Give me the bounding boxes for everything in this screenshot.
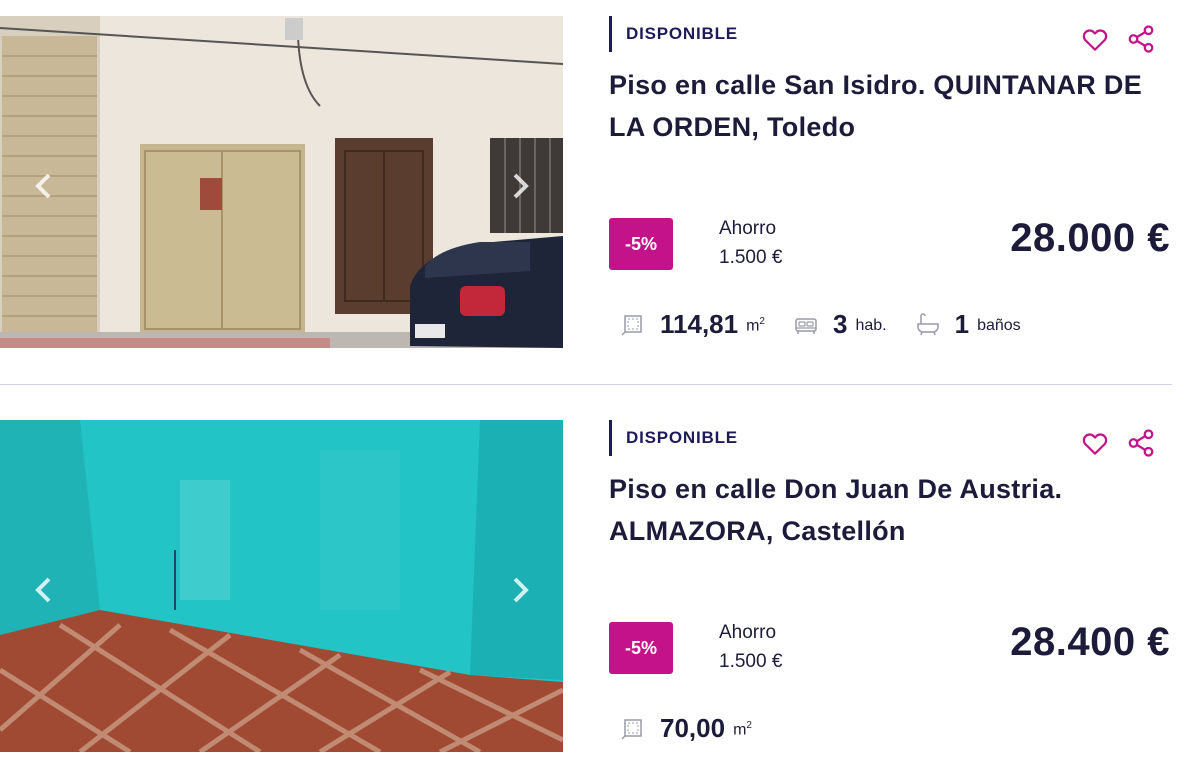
saving-label: Ahorro	[719, 218, 777, 239]
next-photo-button[interactable]	[506, 166, 536, 206]
share-button[interactable]	[1126, 428, 1156, 458]
chevron-right-icon	[513, 577, 529, 603]
saving-value: 1.500 €	[719, 651, 783, 672]
heart-icon	[1082, 29, 1108, 51]
chevron-left-icon	[35, 577, 51, 603]
listing-title[interactable]: Piso en calle San Isidro. QUINTANAR DE L…	[609, 64, 1179, 148]
next-photo-button[interactable]	[506, 570, 536, 610]
saving-value: 1.500 €	[719, 247, 783, 268]
area-value: 70,00	[660, 712, 726, 743]
previous-photo-button[interactable]	[28, 166, 58, 206]
area-feature: 114,81 m2	[620, 309, 765, 340]
area-unit: m2	[733, 720, 752, 739]
bathrooms-unit: baños	[977, 317, 1021, 334]
saving-label: Ahorro	[719, 622, 777, 643]
area-value: 114,81	[660, 308, 739, 339]
area-icon	[621, 315, 642, 336]
status-badge: DISPONIBLE	[609, 420, 738, 456]
share-button[interactable]	[1126, 24, 1156, 54]
price: 28.000 €	[1010, 216, 1170, 260]
features-row: 114,81 m2 3 hab. 1 baños	[620, 304, 1049, 344]
heart-icon	[1082, 433, 1108, 455]
discount-badge: -5%	[609, 218, 673, 270]
share-icon	[1128, 429, 1154, 457]
bedrooms-value: 3	[832, 308, 848, 339]
listing-card[interactable]: DISPONIBLE Piso en calle Don Juan De Aus…	[0, 420, 1200, 760]
chevron-right-icon	[513, 173, 529, 199]
area-feature: 70,00 m2	[620, 713, 752, 744]
listing-photo[interactable]	[0, 16, 563, 348]
listing-card[interactable]: DISPONIBLE Piso en calle San Isidro. QUI…	[0, 16, 1200, 356]
bathrooms-value: 1	[954, 308, 970, 339]
bedrooms-feature: 3 hab.	[793, 309, 887, 340]
chevron-left-icon	[35, 173, 51, 199]
bedrooms-unit: hab.	[855, 317, 887, 334]
bed-icon	[795, 318, 817, 334]
features-row: 70,00 m2	[620, 708, 780, 748]
price: 28.400 €	[1010, 620, 1170, 664]
building-facade-photo	[0, 16, 563, 348]
area-unit: m2	[746, 316, 765, 335]
favorite-button[interactable]	[1080, 428, 1110, 458]
favorite-button[interactable]	[1080, 24, 1110, 54]
previous-photo-button[interactable]	[28, 570, 58, 610]
listing-photo[interactable]	[0, 420, 563, 752]
bathrooms-feature: 1 baños	[915, 309, 1021, 340]
bathtub-icon	[916, 313, 939, 336]
turquoise-room-photo	[0, 420, 563, 752]
discount-badge: -5%	[609, 622, 673, 674]
listing-divider	[0, 384, 1172, 385]
share-icon	[1128, 25, 1154, 53]
area-icon	[621, 719, 642, 740]
listing-title[interactable]: Piso en calle Don Juan De Austria. ALMAZ…	[609, 468, 1179, 552]
status-badge: DISPONIBLE	[609, 16, 738, 52]
